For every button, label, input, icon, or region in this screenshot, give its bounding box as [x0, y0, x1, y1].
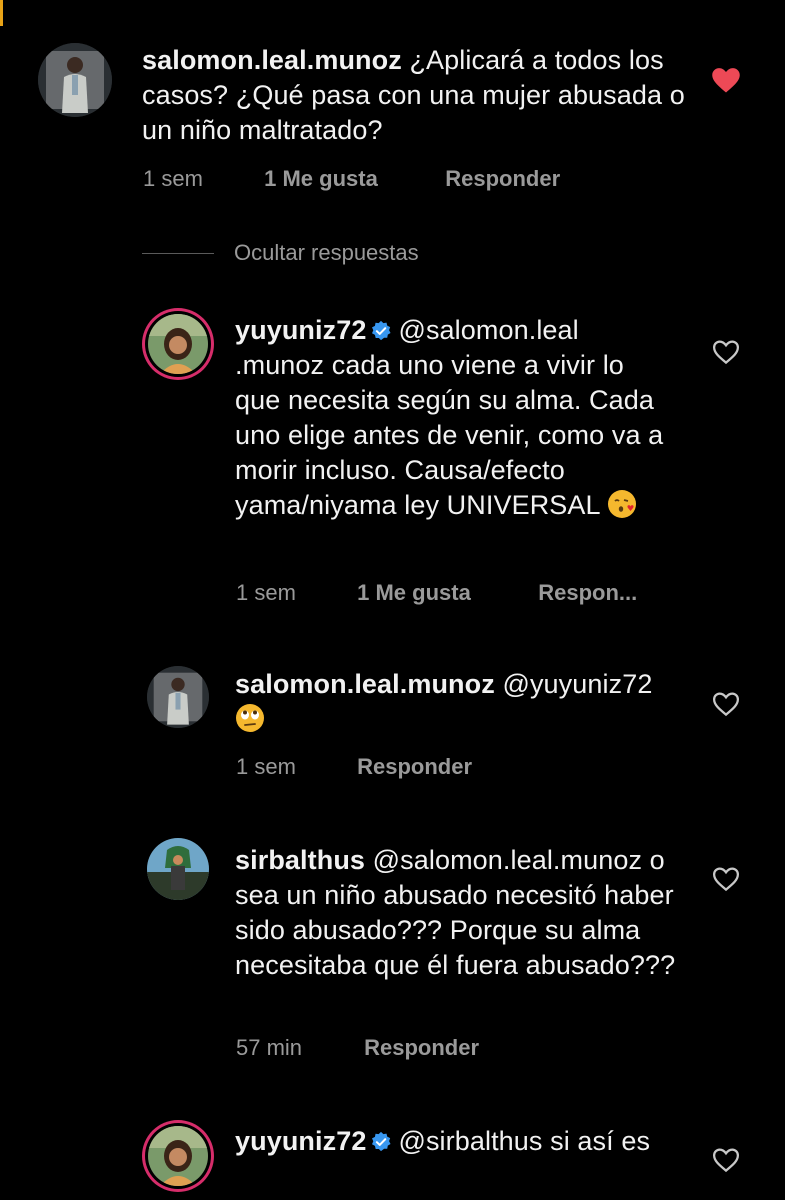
hide-replies-label: Ocultar respuestas: [234, 240, 419, 265]
woman-avatar-icon: [148, 1126, 208, 1186]
face-with-rolling-eyes-icon: [236, 704, 264, 732]
reply-text: sirbalthus @salomon.leal.munoz o sea un …: [235, 843, 695, 983]
hide-replies-toggle[interactable]: Ocultar respuestas: [142, 238, 419, 268]
reply-text: yuyuniz72 @salomon.leal .munoz cada uno v…: [235, 313, 675, 523]
man-in-suit-icon: [38, 43, 112, 117]
reply-button[interactable]: Responder: [445, 166, 560, 192]
comment-time: 1 sem: [143, 166, 203, 191]
avatar[interactable]: [147, 666, 209, 728]
reply-time: 57 min: [236, 1035, 303, 1060]
reply-time: 1 sem: [236, 580, 296, 605]
reply-meta: 57 min Responder: [236, 1035, 479, 1061]
heart-outline-icon[interactable]: [711, 690, 741, 718]
likes-count[interactable]: 1 Me gusta: [264, 166, 439, 192]
reply-button[interactable]: Respon...: [538, 580, 637, 606]
reply-meta: 1 sem 1 Me gusta Respon...: [236, 580, 637, 606]
heart-filled-icon[interactable]: [711, 66, 741, 94]
reply-meta: 1 sem Responder: [236, 754, 472, 780]
landscape-avatar-icon: [147, 838, 209, 900]
avatar[interactable]: [147, 838, 209, 900]
reply-username[interactable]: yuyuniz72: [235, 315, 366, 345]
reply-text: salomon.leal.munoz @yuyuniz72: [235, 667, 695, 737]
reply-username[interactable]: salomon.leal.munoz: [235, 669, 495, 699]
comment-meta: 1 sem 1 Me gusta Responder: [143, 166, 560, 192]
reply-username[interactable]: sirbalthus: [235, 845, 365, 875]
verified-badge-icon: [372, 1131, 391, 1152]
reply-body: @sirbalthus si así es: [398, 1126, 651, 1156]
verified-badge-icon: [372, 320, 391, 341]
avatar[interactable]: [148, 314, 208, 374]
reply-text: yuyuniz72 @sirbalthus si así es: [235, 1124, 675, 1159]
reply-button[interactable]: Responder: [357, 754, 472, 780]
avatar[interactable]: [38, 43, 112, 117]
heart-outline-icon[interactable]: [711, 865, 741, 893]
avatar[interactable]: [148, 1126, 208, 1186]
comment-username[interactable]: salomon.leal.munoz: [142, 45, 402, 75]
woman-avatar-icon: [148, 314, 208, 374]
comment-text: salomon.leal.munoz ¿Aplicará a todos los…: [142, 43, 702, 148]
face-blowing-kiss-icon: [608, 490, 637, 518]
heart-outline-icon[interactable]: [711, 1146, 741, 1174]
reply-username[interactable]: yuyuniz72: [235, 1126, 366, 1156]
man-in-suit-icon: [147, 666, 209, 728]
reply-time: 1 sem: [236, 754, 296, 779]
divider-line: [142, 252, 214, 254]
likes-count[interactable]: 1 Me gusta: [357, 580, 532, 606]
reply-body: @yuyuniz72: [502, 669, 653, 699]
reply-button[interactable]: Responder: [364, 1035, 479, 1061]
heart-outline-icon[interactable]: [711, 338, 741, 366]
corner-mark: [0, 0, 3, 26]
reply-body: @salomon.leal .munoz cada uno viene a vi…: [235, 315, 664, 520]
